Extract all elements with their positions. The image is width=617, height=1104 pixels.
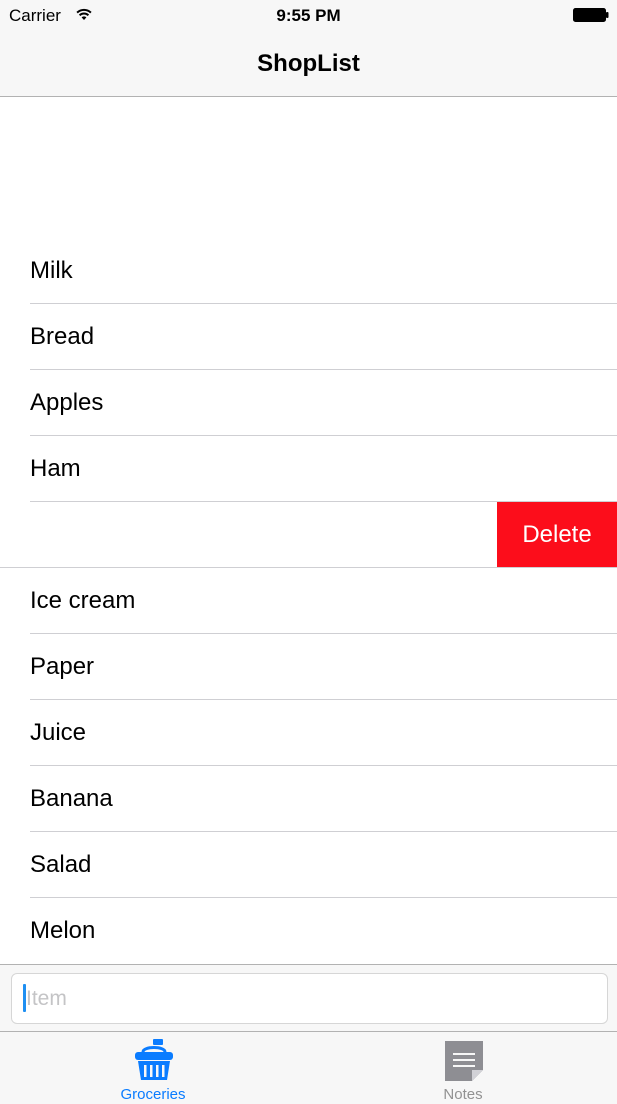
tab-groceries[interactable]: Groceries xyxy=(0,1032,308,1104)
list-item[interactable]: Salad xyxy=(0,832,617,898)
list-item-label: Salad xyxy=(30,851,92,878)
list-item-label: Banana xyxy=(30,785,113,812)
list-item-label: Bread xyxy=(30,323,95,350)
basket-icon xyxy=(135,1039,173,1080)
battery-icon xyxy=(573,8,609,22)
notes-icon xyxy=(445,1041,483,1081)
list-item[interactable]: Ham xyxy=(0,436,617,502)
status-time: 9:55 PM xyxy=(276,6,341,25)
list-item-label: Melon xyxy=(30,917,96,944)
tab-bar: Groceries Notes xyxy=(0,1031,617,1104)
text-cursor xyxy=(23,984,26,1012)
delete-button[interactable]: Delete xyxy=(497,502,617,567)
list-item-label: Milk xyxy=(30,257,73,284)
list-item[interactable]: Bread xyxy=(0,304,617,370)
list-item[interactable]: Milk xyxy=(0,238,617,304)
tab-label: Groceries xyxy=(120,1086,186,1103)
list-item-label: Ham xyxy=(30,455,81,482)
list-item-label: Juice xyxy=(30,719,87,746)
list-item-swiped[interactable]: ops Delete xyxy=(0,502,617,568)
input-bar xyxy=(0,964,617,1031)
list-item[interactable]: Paper xyxy=(0,634,617,700)
page-title: ShopList xyxy=(257,50,360,77)
grocery-list[interactable]: Milk Bread Apples Ham ops Delete Ice cre… xyxy=(0,238,617,964)
list-item[interactable]: Juice xyxy=(0,700,617,766)
list-item-label: Ice cream xyxy=(30,587,136,614)
navigation-bar: ShopList xyxy=(0,32,617,97)
list-item[interactable]: Melon xyxy=(0,898,617,964)
list-item[interactable]: Apples xyxy=(0,370,617,436)
status-bar: Carrier 9:55 PM xyxy=(0,0,617,32)
list-item-label: Apples xyxy=(30,389,104,416)
tab-label: Notes xyxy=(443,1086,483,1103)
list-item[interactable]: Banana xyxy=(0,766,617,832)
tab-notes[interactable]: Notes xyxy=(309,1032,617,1104)
list-item[interactable]: Ice cream xyxy=(0,568,617,634)
item-input[interactable] xyxy=(11,973,608,1024)
list-item-label: Paper xyxy=(30,653,95,680)
